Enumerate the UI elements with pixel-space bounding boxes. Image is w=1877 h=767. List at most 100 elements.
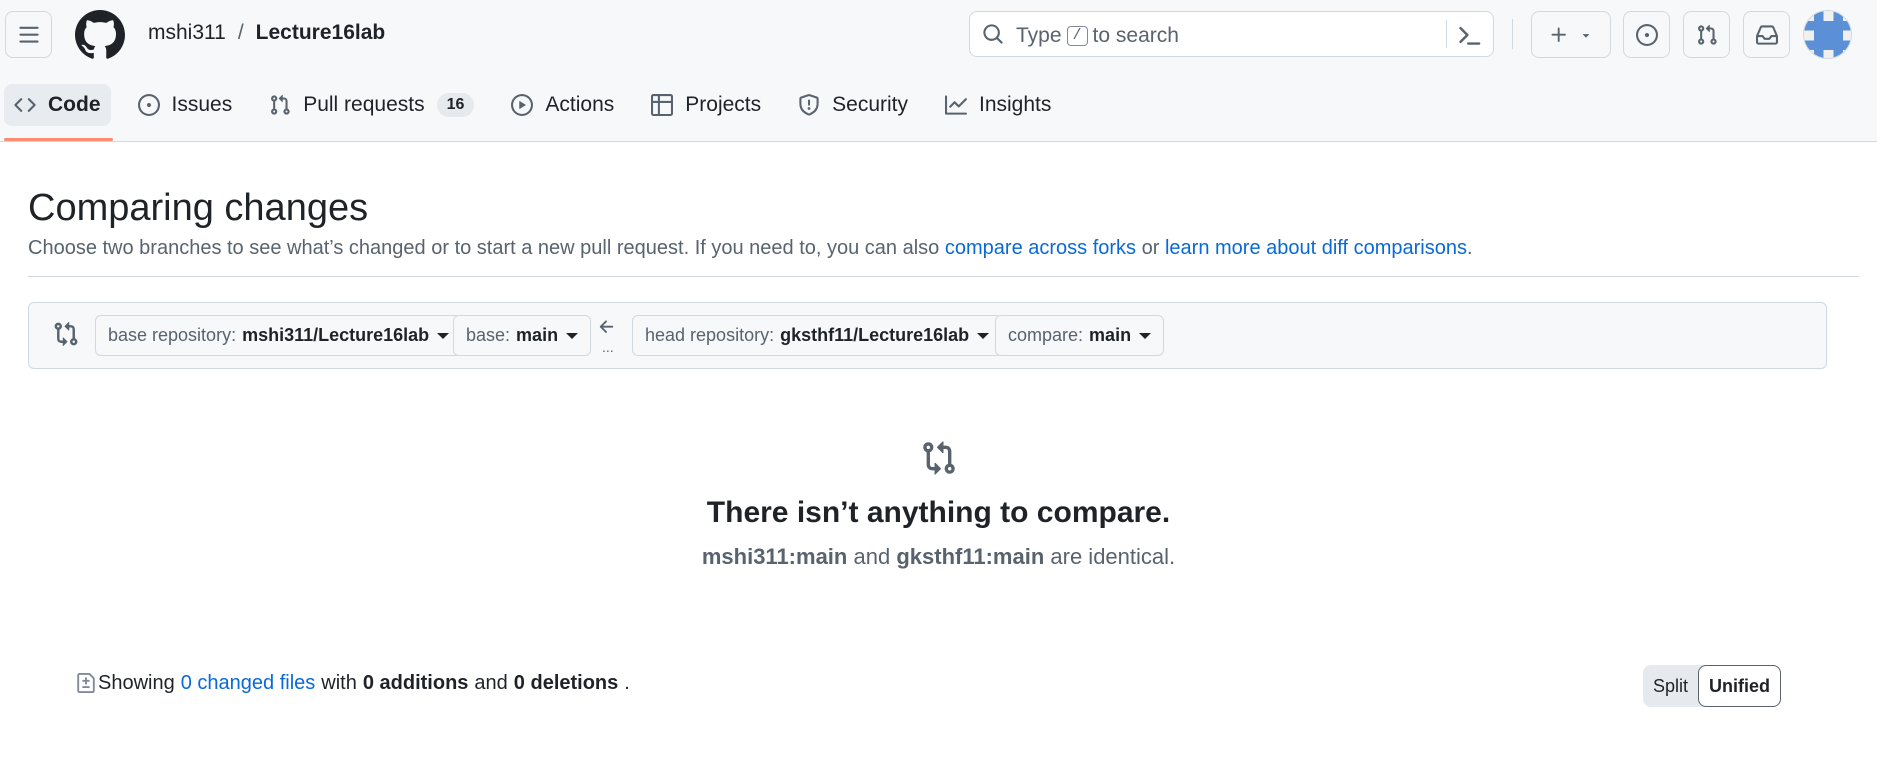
- title-divider: [28, 276, 1859, 277]
- blankslate: There isn’t anything to compare. mshi311…: [0, 440, 1877, 570]
- range-editor: base repository: mshi311/Lecture16lab ba…: [28, 302, 1827, 369]
- triangle-down-icon: [437, 333, 450, 339]
- pull-requests-count-badge: 16: [436, 93, 475, 117]
- menu-button[interactable]: [5, 11, 52, 58]
- learn-more-diff-link[interactable]: learn more about diff comparisons: [1165, 237, 1467, 259]
- summary-and: and: [474, 671, 508, 694]
- search-placeholder: Type / to search: [1016, 24, 1179, 48]
- search-input[interactable]: Type / to search: [969, 11, 1494, 57]
- issue-opened-icon: [137, 94, 160, 116]
- split-view-button[interactable]: Split: [1643, 665, 1698, 707]
- tab-actions-label: Actions: [545, 93, 615, 116]
- search-placeholder-prefix: Type: [1016, 24, 1062, 47]
- summary-showing: Showing: [98, 671, 175, 694]
- play-icon: [511, 94, 534, 116]
- breadcrumb-separator: /: [237, 21, 244, 44]
- create-new-button[interactable]: [1531, 11, 1611, 58]
- page-title: Comparing changes: [28, 187, 369, 229]
- base-branch-value: main: [516, 325, 559, 345]
- tab-security-label: Security: [832, 93, 908, 116]
- tab-projects[interactable]: Projects: [641, 84, 771, 126]
- page-description: Choose two branches to see what’s change…: [28, 237, 1473, 260]
- tab-insights-label: Insights: [979, 93, 1052, 116]
- base-ref: mshi311:main: [701, 544, 848, 569]
- page-description-or: or: [1141, 237, 1160, 259]
- git-pull-request-icon: [271, 94, 290, 115]
- blankslate-tail: are identical.: [1050, 544, 1176, 569]
- command-palette-icon[interactable]: [1456, 22, 1482, 48]
- identicon-avatar-icon: [1804, 11, 1851, 58]
- tab-security[interactable]: Security: [788, 84, 918, 126]
- breadcrumb-owner-link[interactable]: mshi311: [148, 21, 226, 45]
- breadcrumb-repo-link[interactable]: Lecture16lab: [256, 21, 386, 45]
- tab-issues[interactable]: Issues: [128, 84, 243, 126]
- app-header: mshi311 / Lecture16lab Type / to search: [0, 0, 1877, 142]
- base-repository-value: mshi311/Lecture16lab: [242, 325, 430, 345]
- git-compare-icon: [922, 441, 955, 475]
- shield-icon: [799, 94, 819, 116]
- git-compare-icon[interactable]: [53, 321, 79, 347]
- inbox-button[interactable]: [1743, 11, 1790, 58]
- summary-with: with: [321, 671, 357, 694]
- page-description-text: Choose two branches to see what’s change…: [28, 237, 940, 259]
- hamburger-icon: [18, 26, 39, 43]
- git-pull-request-icon: [1697, 24, 1717, 45]
- user-avatar[interactable]: [1803, 10, 1852, 59]
- head-repository-select[interactable]: head repository: gksthf11/Lecture16lab: [632, 315, 1003, 356]
- base-repository-label: base repository:: [108, 325, 237, 345]
- changed-files-link[interactable]: 0 changed files: [181, 672, 316, 695]
- compare-branch-value: main: [1089, 325, 1132, 345]
- blankslate-heading: There isn’t anything to compare.: [706, 496, 1171, 529]
- search-divider: [1446, 20, 1447, 48]
- range-dots: ...: [602, 339, 614, 355]
- tab-pull-requests-label: Pull requests: [303, 93, 425, 116]
- base-branch-select[interactable]: base: main: [453, 315, 592, 356]
- blankslate-and: and: [853, 544, 891, 569]
- additions-count: 0 additions: [362, 671, 469, 694]
- arrow-left-icon: [599, 320, 614, 333]
- issue-opened-icon: [1635, 23, 1658, 46]
- tab-insights[interactable]: Insights: [935, 84, 1061, 126]
- inbox-icon: [1755, 24, 1778, 45]
- compare-across-forks-link[interactable]: compare across forks: [945, 237, 1136, 259]
- head-repository-label: head repository:: [645, 325, 775, 345]
- triangle-down-icon: [1139, 333, 1152, 339]
- tab-pull-requests[interactable]: Pull requests 16: [259, 84, 484, 126]
- file-diff-icon: [77, 673, 95, 693]
- head-repository-value: gksthf11/Lecture16lab: [780, 325, 970, 345]
- github-logo-icon[interactable]: [75, 10, 125, 60]
- tab-projects-label: Projects: [685, 93, 762, 116]
- compare-branch-label: compare:: [1008, 325, 1084, 345]
- triangle-down-icon: [977, 333, 990, 339]
- deletions-count: 0 deletions: [513, 671, 619, 694]
- triangle-down-icon: [566, 333, 579, 339]
- tab-issues-label: Issues: [171, 93, 233, 116]
- page-description-period: .: [1466, 237, 1473, 259]
- base-branch-label: base:: [466, 325, 511, 345]
- diff-summary: Showing 0 changed files with 0 additions…: [76, 671, 630, 695]
- summary-period: .: [624, 671, 630, 694]
- diff-view-toggle: Split Unified: [1643, 665, 1782, 707]
- header-divider: [1512, 19, 1513, 49]
- search-placeholder-suffix: to search: [1092, 24, 1179, 47]
- base-repository-select[interactable]: base repository: mshi311/Lecture16lab: [95, 315, 463, 356]
- tab-code[interactable]: Code: [4, 84, 111, 126]
- search-icon: [983, 24, 1003, 44]
- tab-actions[interactable]: Actions: [501, 84, 624, 126]
- tab-code-label: Code: [48, 93, 101, 116]
- breadcrumb: mshi311 / Lecture16lab: [148, 21, 385, 45]
- selected-tab-indicator: [4, 138, 113, 141]
- triangle-down-icon: [1582, 33, 1590, 38]
- repo-nav-tabs: Code Issues Pull requests 16 Actions Pro…: [4, 84, 1078, 142]
- issues-button[interactable]: [1623, 11, 1670, 58]
- blankslate-description: mshi311:main and gksthf11:main are ident…: [0, 544, 1877, 570]
- table-icon: [651, 94, 674, 116]
- graph-icon: [945, 95, 967, 115]
- plus-icon: [1551, 27, 1566, 42]
- head-ref: gksthf11:main: [896, 544, 1045, 569]
- unified-view-button[interactable]: Unified: [1698, 665, 1782, 707]
- code-icon: [14, 98, 36, 112]
- pull-requests-button[interactable]: [1683, 11, 1730, 58]
- search-shortcut-key: /: [1066, 26, 1088, 46]
- compare-branch-select[interactable]: compare: main: [995, 315, 1165, 356]
